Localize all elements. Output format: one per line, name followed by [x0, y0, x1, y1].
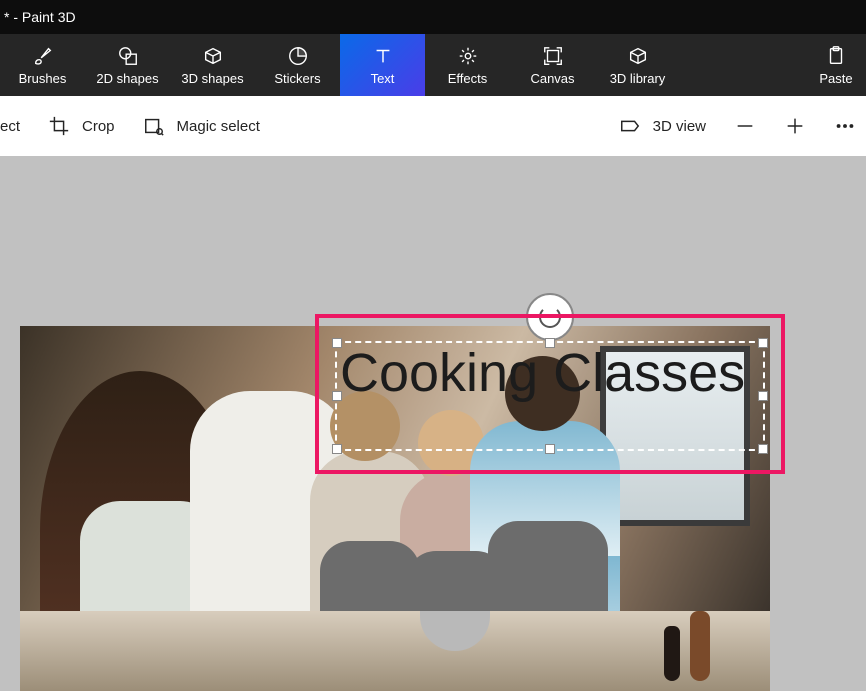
brush-icon [32, 45, 54, 67]
view-3d-icon [619, 115, 641, 137]
resize-handle-tm[interactable] [545, 338, 555, 348]
canvas-button[interactable]: Canvas [510, 34, 595, 96]
resize-handle-br[interactable] [758, 444, 768, 454]
resize-handle-bl[interactable] [332, 444, 342, 454]
resize-handle-bm[interactable] [545, 444, 555, 454]
window-title: * - Paint 3D [4, 9, 76, 25]
shape-3d-icon [202, 45, 224, 67]
resize-handle-tl[interactable] [332, 338, 342, 348]
plus-icon [784, 115, 806, 137]
rotate-handle[interactable] [526, 293, 574, 341]
stickers-button[interactable]: Stickers [255, 34, 340, 96]
title-bar: * - Paint 3D [0, 0, 866, 34]
zoom-in-button[interactable] [784, 115, 806, 137]
canvas-area[interactable]: Cooking Classes [0, 156, 866, 691]
text-button[interactable]: Text [340, 34, 425, 96]
main-toolbar: Brushes 2D shapes 3D shapes Stickers Tex… [0, 34, 866, 96]
select-button[interactable]: ect [0, 118, 20, 135]
3d-shapes-button[interactable]: 3D shapes [170, 34, 255, 96]
crop-icon [48, 115, 70, 137]
resize-handle-tr[interactable] [758, 338, 768, 348]
paste-icon [825, 45, 847, 67]
ellipsis-icon [834, 115, 856, 137]
magic-select-button[interactable]: Magic select [143, 115, 260, 137]
3d-library-button[interactable]: 3D library [595, 34, 680, 96]
magic-select-icon [143, 115, 165, 137]
zoom-out-button[interactable] [734, 115, 756, 137]
more-button[interactable] [834, 115, 856, 137]
library-3d-icon [627, 45, 649, 67]
resize-handle-mr[interactable] [758, 391, 768, 401]
sub-toolbar: ect Crop Magic select 3D view [0, 96, 866, 156]
stickers-icon [287, 45, 309, 67]
brushes-button[interactable]: Brushes [0, 34, 85, 96]
text-selection-box[interactable] [335, 341, 765, 451]
2d-shapes-button[interactable]: 2D shapes [85, 34, 170, 96]
minus-icon [734, 115, 756, 137]
canvas-icon [542, 45, 564, 67]
resize-handle-ml[interactable] [332, 391, 342, 401]
3d-view-button[interactable]: 3D view [619, 115, 706, 137]
effects-icon [457, 45, 479, 67]
shape-2d-icon [117, 45, 139, 67]
text-icon [372, 45, 394, 67]
effects-button[interactable]: Effects [425, 34, 510, 96]
crop-button[interactable]: Crop [48, 115, 115, 137]
paste-button[interactable]: Paste [806, 34, 866, 96]
